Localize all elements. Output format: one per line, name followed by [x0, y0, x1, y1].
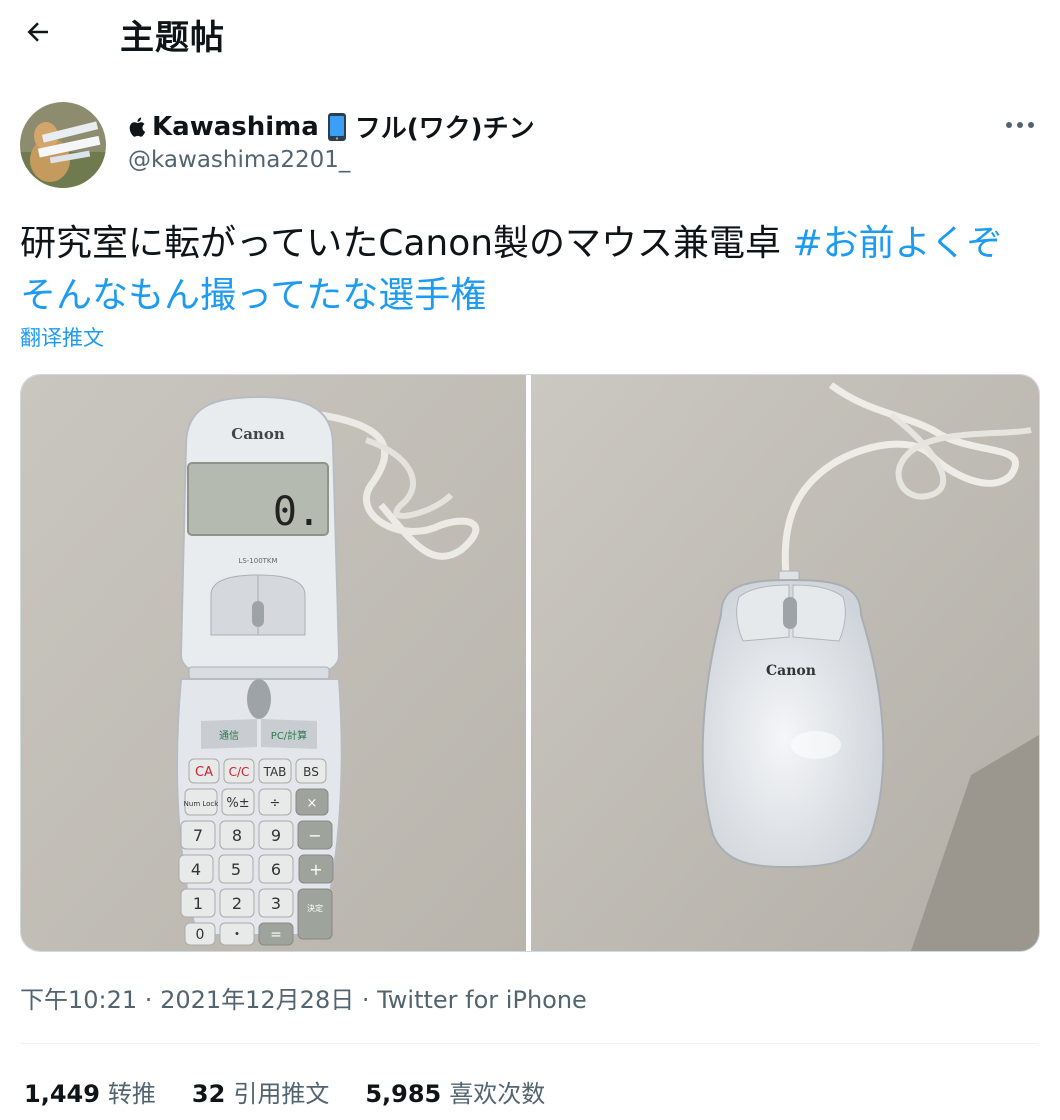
key-numlock: Num Lock	[184, 800, 220, 808]
tweet-text: 研究室に転がっていたCanon製のマウス兼電卓 #お前よくぞそんなもん撮ってたな…	[20, 218, 1020, 322]
key-6: 6	[271, 860, 281, 879]
tweet-date[interactable]: 2021年12月28日	[160, 986, 354, 1014]
back-button[interactable]	[14, 12, 62, 52]
display-name-suffix: フル(ワク)チン	[354, 114, 535, 144]
key-percent: %±	[226, 796, 249, 811]
key-5: 5	[231, 860, 241, 879]
likes-stat[interactable]: 5,985 喜欢次数	[365, 1074, 545, 1109]
more-options-button[interactable]	[996, 110, 1044, 140]
key-8: 8	[232, 826, 242, 845]
tweet-media: Canon 0. LS-100TKM 通信 PC/計算 CA C/C TAB B…	[20, 374, 1040, 952]
retweets-count: 1,449	[24, 1080, 100, 1108]
retweets-stat[interactable]: 1,449 转推	[24, 1074, 156, 1109]
calculator-model: LS-100TKM	[238, 557, 277, 565]
tweet-time[interactable]: 下午10:21	[20, 986, 137, 1014]
more-dots-icon	[1006, 122, 1034, 128]
key-equals: =	[270, 927, 282, 943]
mouse-brand: Canon	[766, 663, 816, 679]
translate-tweet-link[interactable]: 翻译推文	[20, 322, 104, 352]
retweets-label: 转推	[107, 1080, 156, 1108]
key-minus: −	[308, 826, 321, 845]
key-multiply: ×	[307, 796, 318, 811]
quotes-count: 32	[191, 1080, 226, 1108]
key-4: 4	[191, 860, 201, 879]
tweet-meta: 下午10:21 · 2021年12月28日 · Twitter for iPho…	[20, 980, 587, 1015]
page-title: 主题帖	[120, 18, 225, 58]
button-label-comm: 通信	[219, 730, 239, 742]
likes-count: 5,985	[365, 1080, 442, 1108]
key-plus: +	[309, 860, 322, 879]
quotes-label: 引用推文	[233, 1080, 330, 1108]
key-9: 9	[271, 826, 281, 845]
meta-separator: ·	[137, 986, 161, 1014]
quotes-stat[interactable]: 32 引用推文	[192, 1074, 329, 1109]
photo-closed-mouse[interactable]: Canon	[531, 375, 1039, 951]
key-0: 0	[196, 927, 205, 943]
tweet-body: 研究室に転がっていたCanon製のマウス兼電卓	[20, 223, 793, 264]
photo-calculator-mouse[interactable]: Canon 0. LS-100TKM 通信 PC/計算 CA C/C TAB B…	[21, 375, 526, 951]
key-1: 1	[193, 894, 203, 913]
button-label-pc: PC/計算	[271, 729, 307, 742]
key-ca: CA	[195, 765, 213, 780]
divider	[20, 1043, 1038, 1044]
avatar[interactable]	[20, 102, 106, 188]
author-display-name[interactable]: Kawashima フル(ワク)チン	[128, 108, 535, 145]
author-handle[interactable]: @kawashima2201_	[128, 147, 350, 173]
arrow-left-icon	[27, 22, 48, 42]
apple-logo-icon	[129, 117, 146, 137]
key-bs: BS	[303, 765, 319, 779]
key-7: 7	[193, 826, 203, 845]
likes-label: 喜欢次数	[449, 1080, 546, 1108]
key-divide: ÷	[270, 796, 281, 811]
tweet-stats: 1,449 转推 32 引用推文 5,985 喜欢次数	[24, 1074, 545, 1109]
calculator-brand: Canon	[231, 425, 285, 443]
tweet-source[interactable]: Twitter for iPhone	[377, 986, 587, 1014]
key-tab: TAB	[263, 765, 287, 779]
key-2: 2	[232, 894, 242, 913]
key-3: 3	[271, 894, 281, 913]
key-dot: ・	[230, 927, 244, 943]
phone-emoji-icon	[327, 112, 346, 141]
display-name-text: Kawashima	[152, 111, 319, 142]
key-cc: C/C	[229, 765, 250, 779]
key-enter: 決定	[307, 903, 323, 913]
calculator-display: 0.	[273, 489, 321, 535]
meta-separator-2: ·	[354, 986, 378, 1014]
